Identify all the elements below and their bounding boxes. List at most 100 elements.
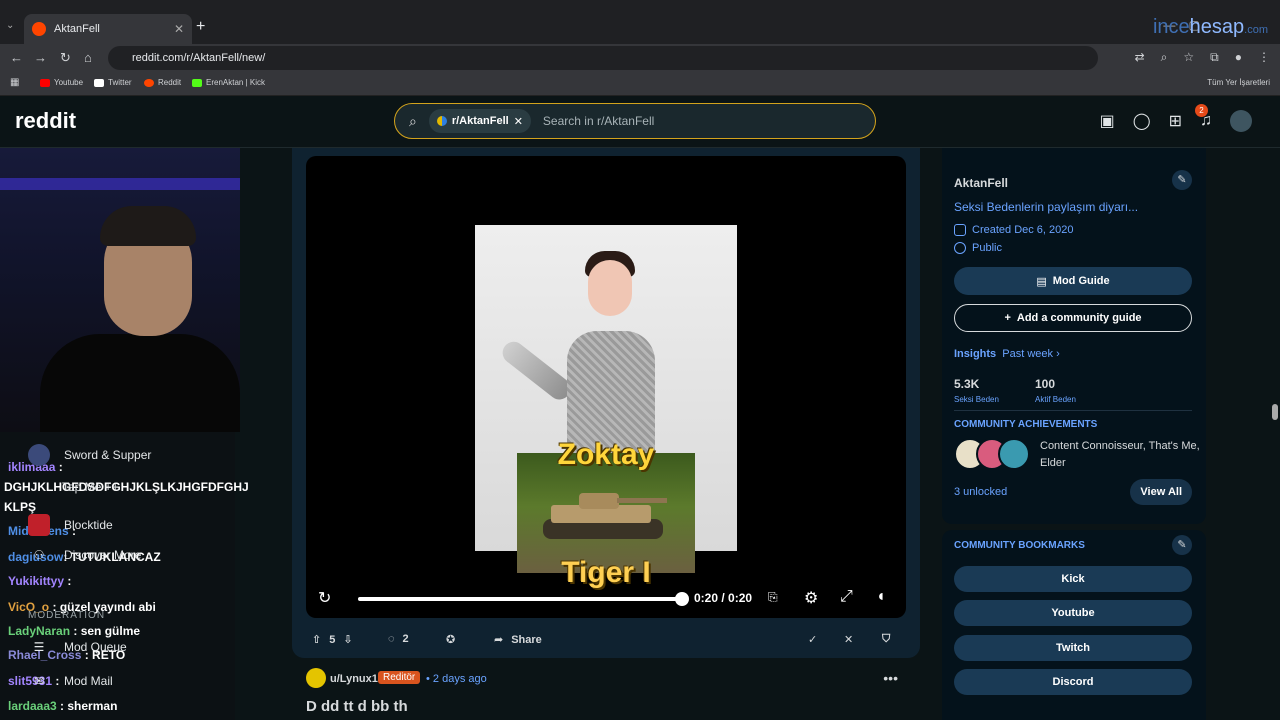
view-all-button[interactable]: View All: [1130, 479, 1192, 505]
bookmark-reddit[interactable]: Reddit: [144, 78, 181, 87]
upvote-icon[interactable]: ⇧: [312, 633, 321, 646]
progress-knob[interactable]: [675, 592, 689, 606]
subreddit-icon: [436, 116, 447, 126]
home-icon[interactable]: ⌂: [84, 50, 92, 65]
video-time: 0:20 / 0:20: [694, 591, 753, 605]
comment-text-partial: D dd tt d bb th: [306, 698, 408, 715]
subreddit-chip[interactable]: r/AktanFell ✕: [428, 109, 531, 133]
nav-item-tap-me[interactable]: Tap Me ++: [34, 480, 119, 494]
plus-icon: +: [1004, 312, 1011, 324]
more-options-icon[interactable]: •••: [883, 670, 898, 686]
bookmark-twitch-button[interactable]: Twitch: [954, 635, 1192, 661]
game-icon: [28, 444, 50, 466]
tab-title: AktanFell: [54, 23, 100, 35]
notification-badge: 2: [1195, 104, 1208, 117]
insights-row[interactable]: Insights Past week ›: [954, 348, 1060, 360]
profile-icon[interactable]: ●: [1235, 50, 1242, 65]
chat-line: lardaaa3 : sherman: [8, 699, 118, 713]
reddit-header: reddit ⌕ r/AktanFell ✕ Search in r/Aktan…: [0, 96, 1280, 148]
video-player[interactable]: Zoktay Tiger I ↻ 0:20 / 0:20 ⎘ ⚙ ⤢ ◖: [306, 156, 906, 618]
bookmark-kick-button[interactable]: Kick: [954, 566, 1192, 592]
replay-icon[interactable]: ↻: [318, 588, 331, 608]
reload-icon[interactable]: ↻: [60, 50, 71, 66]
community-bookmarks-panel: COMMUNITY BOOKMARKS ✎ Kick Youtube Twitc…: [942, 530, 1206, 720]
bookmark-discord-button[interactable]: Discord: [954, 669, 1192, 695]
add-community-guide-button[interactable]: + Add a community guide: [954, 304, 1192, 332]
achievements-list: Content Connoisseur, That's Me, Elder: [1040, 440, 1200, 469]
search-bar[interactable]: ⌕ r/AktanFell ✕ Search in r/AktanFell: [394, 103, 876, 139]
settings-gear-icon[interactable]: ⚙: [804, 588, 818, 608]
created-date: Created Dec 6, 2020: [954, 224, 1074, 236]
approve-icon[interactable]: ✓: [808, 633, 817, 646]
x-icon: [94, 78, 104, 87]
create-post-icon[interactable]: ⊞: [1169, 111, 1182, 131]
apps-icon[interactable]: ▦: [10, 77, 19, 88]
tab-search-icon[interactable]: ⌄: [6, 20, 14, 31]
achievement-badge-icon: [998, 438, 1030, 470]
award-icon: ✪: [446, 634, 456, 646]
bookmark-youtube[interactable]: Youtube: [40, 78, 83, 87]
downvote-icon[interactable]: ⇩: [343, 633, 352, 646]
search-placeholder[interactable]: Search in r/AktanFell: [543, 114, 654, 128]
nav-item-blocktide[interactable]: Blocktide: [28, 514, 113, 536]
edit-icon[interactable]: ✎: [1172, 535, 1192, 555]
commenter-username[interactable]: u/Lynux1: [330, 673, 378, 685]
all-bookmarks[interactable]: Tüm Yer İşaretleri: [1207, 78, 1270, 87]
captions-icon[interactable]: ⎘: [768, 590, 778, 605]
nav-item-mod-mail[interactable]: ✉ Mod Mail: [28, 674, 113, 688]
back-icon[interactable]: ←: [10, 50, 23, 65]
browser-tab[interactable]: AktanFell ✕: [24, 14, 192, 44]
translate-icon[interactable]: ⇄: [1135, 50, 1145, 65]
user-flair: Reditör: [378, 671, 421, 684]
page-scrollbar[interactable]: [1272, 404, 1278, 420]
browser-tab-strip: ⌄ AktanFell ✕ + — ▢ incehesap.com: [0, 0, 1280, 44]
chat-icon[interactable]: ◯: [1133, 111, 1151, 131]
achievements-title: COMMUNITY ACHIEVEMENTS: [954, 419, 1098, 430]
commenter-avatar[interactable]: [306, 668, 326, 688]
webcam-overlay: [0, 148, 240, 432]
nav-item-sword-supper[interactable]: Sword & Supper: [28, 444, 151, 466]
reddit-logo[interactable]: reddit: [15, 108, 76, 134]
fullscreen-icon[interactable]: ⤢: [840, 588, 853, 606]
nav-item-discover-more[interactable]: ⚇ Discover More: [28, 548, 142, 562]
new-tab-button[interactable]: +: [196, 18, 205, 36]
video-controls: ↻ 0:20 / 0:20 ⎘ ⚙ ⤢ ◖: [306, 580, 906, 616]
bookmark-twitter[interactable]: Twitter: [94, 78, 132, 87]
mod-guide-button[interactable]: ▤ Mod Guide: [954, 267, 1192, 295]
comments-button[interactable]: ◌ 2: [388, 633, 409, 645]
moderation-label[interactable]: MODERATION: [28, 610, 105, 621]
reddit-favicon-icon: [32, 22, 46, 36]
tab-close-icon[interactable]: ✕: [174, 22, 184, 36]
overlay-title-top: Zoktay: [557, 438, 655, 471]
forward-icon[interactable]: →: [34, 50, 47, 65]
star-icon[interactable]: ☆: [1183, 50, 1194, 65]
url-text: reddit.com/r/AktanFell/new/: [132, 52, 266, 64]
comment-time: • 2 days ago: [426, 673, 487, 685]
progress-bar[interactable]: [358, 592, 689, 606]
cake-icon: [954, 224, 966, 236]
menu-icon[interactable]: ⋮: [1258, 50, 1270, 65]
user-avatar[interactable]: [1230, 110, 1252, 132]
edit-icon[interactable]: ✎: [1172, 170, 1192, 190]
reddit-icon: [144, 78, 154, 87]
streamer-hair: [100, 206, 196, 246]
chip-close-icon[interactable]: ✕: [514, 115, 523, 128]
blocktide-icon: [28, 514, 50, 536]
url-field[interactable]: reddit.com/r/AktanFell/new/: [108, 46, 1098, 70]
advertise-icon[interactable]: ▣: [1100, 111, 1115, 131]
mod-shield-icon[interactable]: ⛉: [882, 633, 890, 646]
volume-icon[interactable]: ◖: [876, 588, 886, 606]
extensions-icon[interactable]: ⧉: [1210, 50, 1219, 65]
queue-icon: ☰: [33, 640, 45, 654]
award-button[interactable]: ✪: [446, 633, 455, 646]
bookmark-youtube-button[interactable]: Youtube: [954, 600, 1192, 626]
share-button[interactable]: ➦ Share: [494, 633, 542, 647]
divider: [954, 410, 1192, 411]
bookmark-kick[interactable]: ErenAktan | Kick: [192, 78, 265, 87]
remove-icon[interactable]: ✕: [844, 633, 853, 646]
youtube-icon: [40, 78, 50, 87]
zoom-icon[interactable]: ⌕: [1161, 50, 1168, 65]
nav-item-mod-queue[interactable]: ☰ Mod Queue: [28, 640, 127, 654]
achievement-badges[interactable]: [954, 438, 1034, 472]
mail-icon: ✉: [33, 674, 45, 688]
